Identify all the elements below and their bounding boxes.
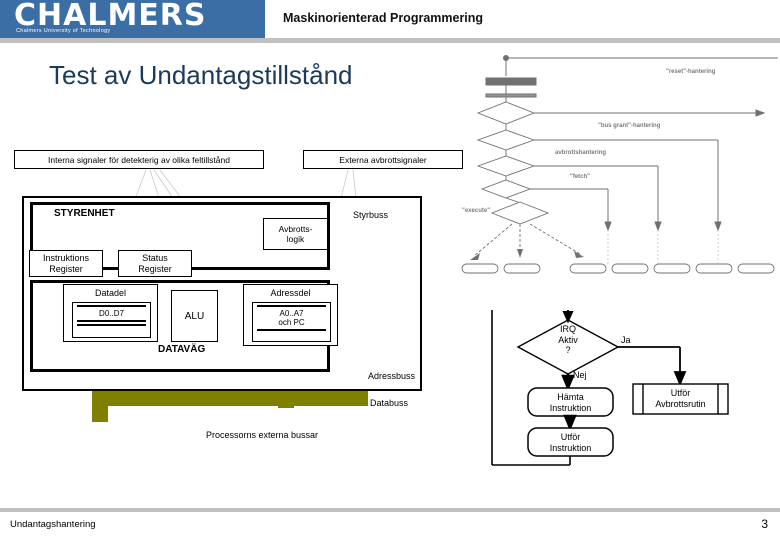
- fetch-line1: Hämta: [557, 392, 584, 402]
- datapath-title: DATAVÄG: [158, 344, 206, 355]
- address-bus-label: Adressbuss: [368, 371, 416, 381]
- control-unit-title: STYRENHET: [54, 208, 115, 219]
- status-register-line1: Status: [142, 252, 168, 263]
- address-part-group: Adressdel A0..A7 och PC: [243, 284, 338, 346]
- processor-state-diagram: "reset"-hantering "bus grant"-hantering …: [460, 50, 780, 280]
- register-line: [257, 305, 326, 307]
- instruction-register-line1: Instruktions: [42, 252, 90, 263]
- isr-line1: Utför: [670, 388, 691, 398]
- logo-subtitle: Chalmers University of Technology: [16, 28, 111, 34]
- footer-page-number: 3: [761, 517, 768, 531]
- decision-line1: IRQ: [559, 324, 576, 334]
- footer-divider: [0, 508, 780, 512]
- register-line: [77, 324, 146, 326]
- label-internal-signals: Interna signaler för detekterig av olika…: [14, 150, 264, 169]
- instruction-register-label: Instruktions Register: [43, 253, 89, 275]
- footer-topic: Undantagshantering: [10, 519, 96, 530]
- header-divider-highlight: [0, 43, 780, 45]
- interrupt-logic-line2: logik: [286, 234, 305, 244]
- register-line: [77, 320, 146, 322]
- data-register-stack: D0..D7: [72, 302, 151, 338]
- data-bus-label: Databuss: [370, 398, 409, 408]
- status-register-line2: Register: [138, 263, 172, 274]
- isr-step-label: Utför Avbrottsrutin: [643, 388, 718, 409]
- register-line: [257, 329, 326, 331]
- data-part-group: Datadel D0..D7: [63, 284, 158, 342]
- execute-line2: Instruktion: [549, 442, 592, 453]
- status-register-label: Status Register: [138, 253, 172, 275]
- alu-label: ALU: [184, 310, 205, 322]
- alu-box: ALU: [171, 290, 218, 342]
- register-line: [77, 305, 146, 307]
- interrupt-logic-line1: Avbrotts-: [278, 224, 313, 234]
- execute-line1: Utför: [560, 432, 581, 442]
- chalmers-logo: CHALMERS Chalmers University of Technolo…: [0, 0, 265, 38]
- isr-line2: Avbrottsrutin: [655, 398, 706, 409]
- status-register-box: Status Register: [118, 250, 192, 277]
- decision-line3: ?: [565, 345, 571, 355]
- decision-label: IRQ Aktiv ?: [536, 324, 600, 356]
- label-external-signals: Externa avbrottsignaler: [303, 150, 463, 169]
- decision-line2: Aktiv: [558, 334, 578, 345]
- fetch-step-label: Hämta Instruktion: [528, 392, 613, 413]
- fetch-line2: Instruktion: [549, 402, 592, 413]
- interrupt-logic-box: Avbrotts- logik: [263, 218, 328, 250]
- bus-data-external: [92, 390, 367, 406]
- address-part-title: Adressdel: [270, 288, 311, 298]
- branch-label-no: Nej: [573, 370, 587, 380]
- cpu-block-diagram: Interna signaler för detekterig av olika…: [8, 140, 468, 460]
- execute-step-label: Utför Instruktion: [528, 432, 613, 453]
- petri-diagram-graphics: [461, 55, 778, 274]
- external-buses-caption: Processorns externa bussar: [206, 430, 319, 440]
- interrupt-logic-label: Avbrotts- logik: [279, 224, 313, 244]
- slide-header: CHALMERS Chalmers University of Technolo…: [0, 0, 780, 45]
- petri-label-execute: "execute": [462, 208, 491, 214]
- course-title: Maskinorienterad Programmering: [283, 11, 484, 25]
- instruction-register-line2: Register: [49, 263, 83, 274]
- page-title: Test av Undantagstillstånd: [49, 60, 353, 90]
- petri-label-bus-grant: "bus grant"-hantering: [598, 123, 661, 129]
- address-range-line1: A0..A7: [279, 309, 304, 318]
- petri-label-fetch: "fetch": [570, 174, 591, 180]
- petri-label-reset: "reset"-hantering: [666, 69, 716, 75]
- branch-label-yes: Ja: [621, 335, 631, 345]
- instruction-cycle-flowchart: IRQ Aktiv ? Ja Nej Hämta Instruktion Utf…: [490, 310, 780, 470]
- data-part-title: Datadel: [94, 288, 127, 298]
- instruction-register-box: Instruktions Register: [29, 250, 103, 277]
- data-range-label: D0..D7: [99, 309, 124, 318]
- control-bus-label: Styrbuss: [353, 210, 389, 220]
- address-range-line2: och PC: [278, 318, 305, 327]
- address-register-stack: A0..A7 och PC: [252, 302, 331, 342]
- petri-label-interrupt: avbrottshantering: [555, 150, 607, 156]
